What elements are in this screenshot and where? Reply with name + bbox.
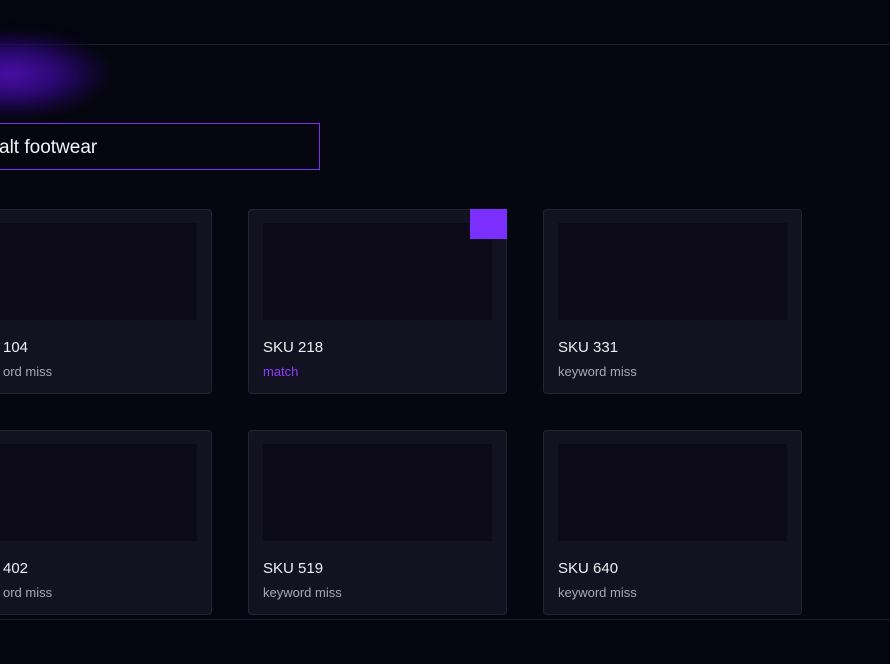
product-sku: SKU 640 bbox=[558, 560, 619, 577]
product-card[interactable]: SKU 519 keyword miss bbox=[248, 430, 507, 615]
product-sku: 402 bbox=[3, 560, 29, 577]
product-card[interactable]: SKU 331 keyword miss bbox=[543, 209, 802, 394]
search-input[interactable]: alt footwear bbox=[0, 123, 320, 170]
product-thumbnail bbox=[558, 223, 787, 320]
product-card[interactable]: 104 ord miss bbox=[0, 209, 212, 394]
product-sku: 104 bbox=[3, 339, 29, 356]
product-thumbnail bbox=[0, 223, 197, 320]
product-status: keyword miss bbox=[558, 585, 637, 600]
product-thumbnail bbox=[263, 223, 492, 320]
product-sku: SKU 331 bbox=[558, 339, 619, 356]
product-thumbnail bbox=[263, 444, 492, 541]
product-card[interactable]: 402 ord miss bbox=[0, 430, 212, 615]
product-status: ord miss bbox=[3, 364, 53, 379]
product-thumbnail bbox=[558, 444, 787, 541]
top-bar bbox=[0, 0, 890, 45]
product-status: match bbox=[263, 364, 299, 379]
match-flag-icon bbox=[470, 209, 507, 239]
product-status: ord miss bbox=[3, 585, 53, 600]
product-card[interactable]: SKU 218 match bbox=[248, 209, 507, 394]
page: alt footwear 104 ord miss SKU 218 match … bbox=[0, 0, 890, 664]
bottom-bar bbox=[0, 619, 890, 664]
product-sku: SKU 218 bbox=[263, 339, 324, 356]
product-thumbnail bbox=[0, 444, 197, 541]
product-status: keyword miss bbox=[558, 364, 637, 379]
product-status: keyword miss bbox=[263, 585, 342, 600]
product-card[interactable]: SKU 640 keyword miss bbox=[543, 430, 802, 615]
search-input-value: alt footwear bbox=[0, 137, 98, 158]
product-sku: SKU 519 bbox=[263, 560, 324, 577]
